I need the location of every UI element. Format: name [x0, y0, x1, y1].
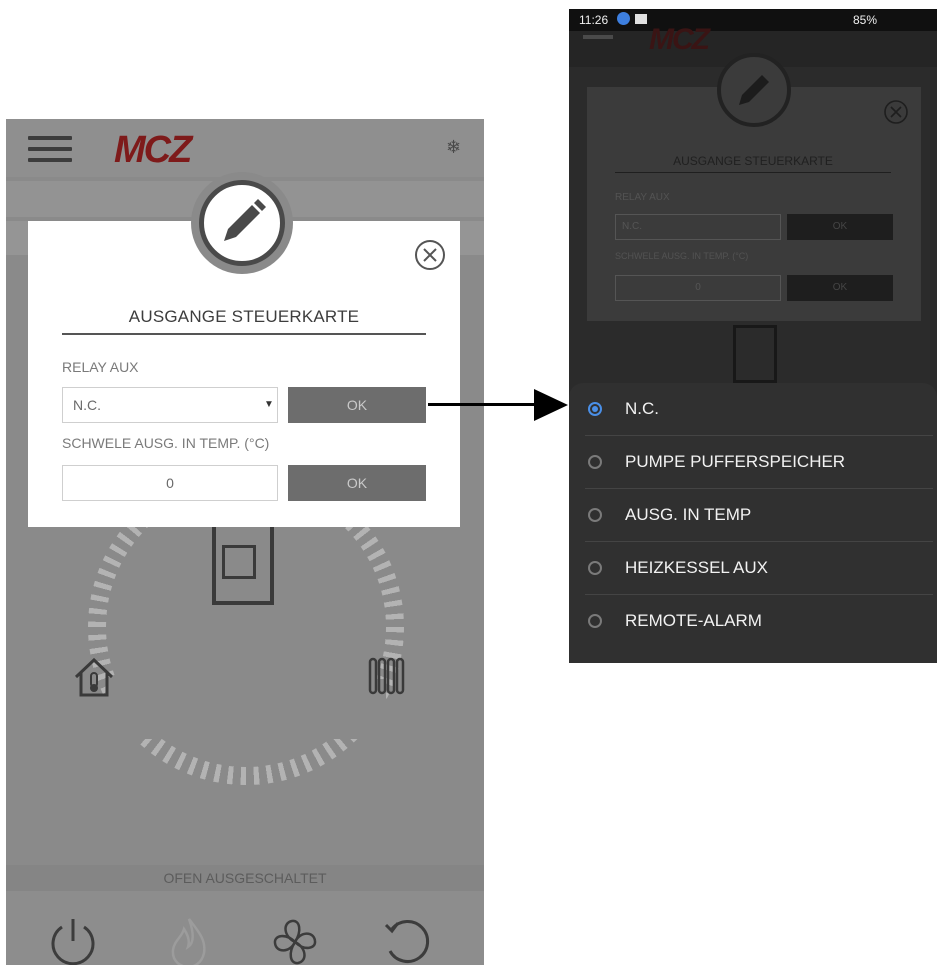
dial-gap [106, 679, 386, 739]
option-label: AUSG. IN TEMP [625, 505, 752, 524]
threshold-label: SCHWELE AUSG. IN TEMP. (°C) [62, 435, 270, 451]
radiator-icon[interactable] [366, 653, 410, 697]
app-screen-left: MCZ ❄ OFEN AUSGESCHALTET AUSGANGE STEUER… [6, 119, 484, 965]
relay-options-sheet: N.C. PUMPE PUFFERSPEICHER AUSG. IN TEMP … [569, 383, 937, 663]
status-time: 11:26 [579, 13, 609, 27]
option-label: N.C. [625, 399, 659, 418]
relay-aux-select[interactable]: N.C. [615, 214, 781, 240]
menu-icon[interactable] [583, 35, 613, 39]
house-thermometer-icon[interactable] [72, 655, 116, 699]
threshold-ok-button[interactable]: OK [288, 465, 426, 501]
pencil-icon [717, 53, 791, 127]
option-label: REMOTE-ALARM [625, 611, 762, 630]
power-icon[interactable] [44, 913, 102, 965]
flame-icon[interactable] [160, 913, 218, 965]
stove-window [222, 545, 256, 579]
arrow-line [428, 403, 536, 406]
threshold-ok-button[interactable]: OK [787, 275, 893, 301]
threshold-input[interactable]: 0 [62, 465, 278, 501]
close-icon[interactable] [413, 238, 447, 272]
option-label: PUMPE PUFFERSPEICHER [625, 452, 846, 471]
dialog-title: AUSGANGE STEUERKARTE [128, 307, 360, 326]
dropdown-arrow-icon[interactable]: ▼ [264, 399, 274, 410]
brand-logo: MCZ [114, 129, 192, 171]
stove-status: OFEN AUSGESCHALTET [6, 865, 484, 891]
option-ausg-in-temp[interactable]: AUSG. IN TEMP [569, 489, 937, 542]
option-heizkessel-aux[interactable]: HEIZKESSEL AUX [569, 542, 937, 595]
image-notification-icon [635, 14, 647, 24]
menu-icon[interactable] [28, 136, 72, 162]
reset-icon[interactable] [378, 913, 436, 965]
radio-icon[interactable] [588, 614, 602, 628]
app-notification-icon [617, 12, 630, 25]
relay-ok-button[interactable]: OK [288, 387, 426, 423]
snowflake-icon: ❄ [446, 137, 462, 157]
dialog-title: AUSGANGE STEUERKARTE [673, 154, 833, 168]
top-bar [6, 119, 484, 177]
battery-level: 85% [853, 13, 878, 27]
relay-aux-select[interactable]: N.C. [62, 387, 278, 423]
option-nc[interactable]: N.C. [569, 383, 937, 436]
arrow-head [534, 389, 568, 421]
option-pumpe-pufferspeicher[interactable]: PUMPE PUFFERSPEICHER [569, 436, 937, 489]
radio-icon[interactable] [588, 508, 602, 522]
option-label: HEIZKESSEL AUX [625, 558, 768, 577]
radio-selected-icon[interactable] [588, 402, 602, 416]
threshold-label: SCHWELE AUSG. IN TEMP. (°C) [615, 251, 749, 261]
stove-icon [733, 325, 777, 383]
threshold-input[interactable]: 0 [615, 275, 781, 301]
relay-aux-label: RELAY AUX [615, 192, 670, 203]
brand-logo: MCZ [649, 23, 710, 56]
pencil-icon [199, 180, 285, 266]
title-divider [615, 172, 891, 173]
radio-icon[interactable] [588, 455, 602, 469]
option-remote-alarm[interactable]: REMOTE-ALARM [569, 595, 937, 648]
radio-icon[interactable] [588, 561, 602, 575]
relay-aux-label: RELAY AUX [62, 359, 139, 375]
close-icon[interactable] [883, 99, 909, 125]
app-screen-right: 11:26 85% MCZ AUSGANGE STEUERKARTE RELAY… [569, 9, 937, 663]
title-divider [62, 333, 426, 335]
relay-ok-button[interactable]: OK [787, 214, 893, 240]
fan-icon[interactable] [266, 913, 324, 965]
